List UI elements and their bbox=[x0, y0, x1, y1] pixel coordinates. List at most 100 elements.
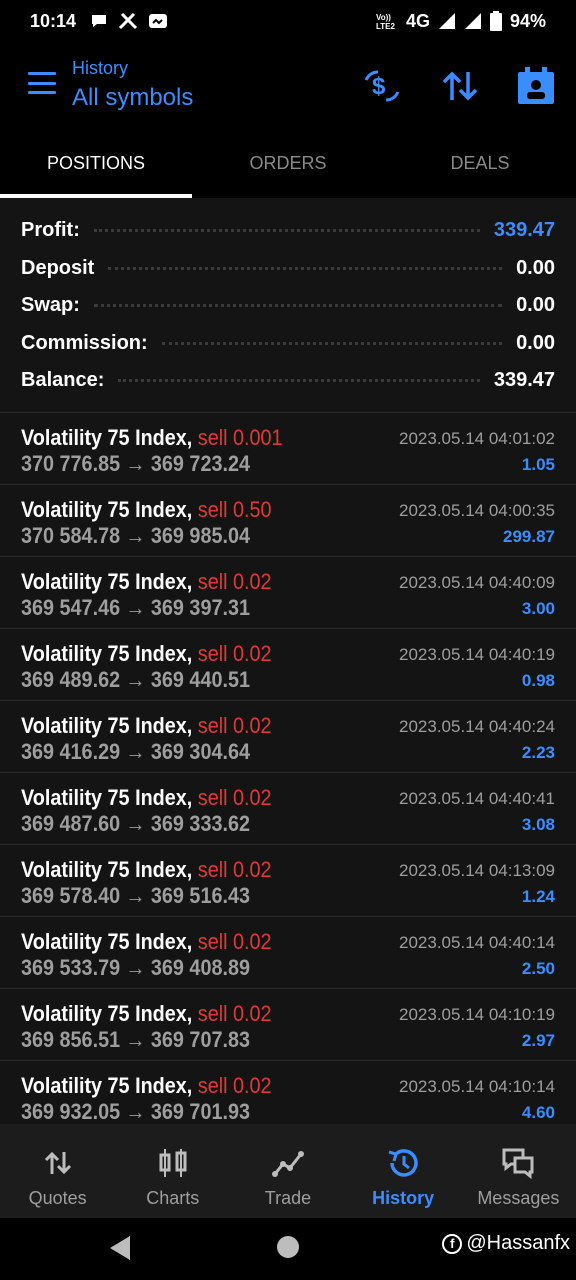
deal-side: sell 0.001 bbox=[197, 425, 283, 450]
deposit-value: 0.00 bbox=[516, 256, 555, 279]
sort-icon[interactable] bbox=[440, 66, 480, 106]
deal-time: 2023.05.14 04:01:02 bbox=[399, 429, 555, 448]
back-icon[interactable] bbox=[110, 1236, 130, 1260]
deal-side: sell 0.02 bbox=[197, 857, 272, 882]
deal-profit: 3.00 bbox=[521, 599, 555, 618]
deal-profit: 2.23 bbox=[521, 743, 555, 762]
battery-icon bbox=[489, 11, 502, 31]
app-bar: History All symbols $ bbox=[0, 42, 576, 132]
summary-deposit-row: Deposit 0.00 bbox=[0, 250, 576, 288]
tools-icon bbox=[118, 12, 138, 30]
list-item[interactable]: Volatility 75 Index, sell 0.02 369 856.5… bbox=[0, 988, 576, 1060]
watermark-text: @Hassanfx bbox=[466, 1232, 570, 1254]
deal-time: 2023.05.14 04:40:09 bbox=[399, 573, 555, 592]
currency-exchange-icon[interactable]: $ bbox=[362, 66, 402, 106]
battery-level: 94% bbox=[509, 10, 546, 31]
list-item[interactable]: Volatility 75 Index, sell 0.02 369 487.6… bbox=[0, 772, 576, 844]
network-type: 4G bbox=[405, 10, 430, 31]
deal-prices: 369 547.46 → 369 397.31 bbox=[21, 595, 251, 620]
list-item[interactable]: Volatility 75 Index, sell 0.50 370 584.7… bbox=[0, 484, 576, 556]
nav-history-label: History bbox=[372, 1188, 435, 1208]
deal-time: 2023.05.14 04:10:14 bbox=[399, 1077, 555, 1096]
nav-trade[interactable]: Trade bbox=[230, 1124, 345, 1218]
nav-quotes[interactable]: Quotes bbox=[0, 1124, 115, 1218]
account-summary: Profit: 339.47 Deposit 0.00 Swap: 0.00 C… bbox=[0, 198, 576, 412]
deal-profit: 4.60 bbox=[521, 1103, 555, 1122]
system-navigation-bar: f @Hassanfx bbox=[0, 1218, 576, 1280]
list-item[interactable]: Volatility 75 Index, sell 0.02 369 533.7… bbox=[0, 916, 576, 988]
dotted-leader bbox=[108, 266, 503, 270]
deal-prices: 369 489.62 → 369 440.51 bbox=[21, 667, 251, 692]
status-time: 10:14 bbox=[30, 10, 77, 31]
balance-label: Balance: bbox=[21, 369, 105, 392]
profit-value: 339.47 bbox=[493, 219, 555, 242]
svg-text:$: $ bbox=[372, 73, 386, 100]
svg-text:LTE2: LTE2 bbox=[376, 22, 396, 30]
commission-label: Commission: bbox=[21, 331, 148, 354]
deal-time: 2023.05.14 04:00:35 bbox=[399, 501, 555, 520]
deal-side: sell 0.02 bbox=[197, 929, 272, 954]
summary-swap-row: Swap: 0.00 bbox=[0, 287, 576, 325]
dotted-leader bbox=[93, 304, 503, 308]
nav-charts[interactable]: Charts bbox=[115, 1124, 230, 1218]
balance-value: 339.47 bbox=[493, 369, 555, 392]
list-item[interactable]: Volatility 75 Index, sell 0.02 369 489.6… bbox=[0, 628, 576, 700]
volte-icon: Vo))LTE2 bbox=[376, 13, 396, 30]
deal-time: 2023.05.14 04:13:09 bbox=[399, 861, 555, 880]
deal-profit: 2.50 bbox=[521, 959, 555, 978]
deal-profit: 0.98 bbox=[521, 671, 555, 690]
deal-side: sell 0.02 bbox=[197, 569, 272, 594]
header-subtitle[interactable]: History bbox=[72, 58, 128, 79]
tab-deals[interactable]: DEALS bbox=[384, 132, 576, 198]
deal-symbol: Volatility 75 Index, bbox=[21, 425, 193, 450]
positions-list[interactable]: Volatility 75 Index, sell 0.001 370 776.… bbox=[0, 412, 576, 1124]
trade-icon bbox=[271, 1151, 304, 1177]
list-item[interactable]: Volatility 75 Index, sell 0.001 370 776.… bbox=[0, 412, 576, 484]
deal-prices: 370 776.85 → 369 723.24 bbox=[21, 451, 251, 476]
deposit-label: Deposit bbox=[21, 256, 95, 279]
dotted-leader bbox=[118, 379, 480, 383]
nav-trade-label: Trade bbox=[264, 1188, 312, 1208]
deal-symbol: Volatility 75 Index, bbox=[21, 641, 193, 666]
menu-icon[interactable] bbox=[28, 72, 56, 94]
messages-icon bbox=[502, 1148, 534, 1180]
list-item[interactable]: Volatility 75 Index, sell 0.02 369 578.4… bbox=[0, 844, 576, 916]
profit-label: Profit: bbox=[21, 219, 80, 242]
history-tabs: POSITIONS ORDERS DEALS bbox=[0, 132, 576, 198]
deal-profit: 299.87 bbox=[503, 527, 555, 546]
deal-prices: 370 584.78 → 369 985.04 bbox=[21, 523, 251, 548]
deal-symbol: Volatility 75 Index, bbox=[21, 929, 193, 954]
deal-prices: 369 533.79 → 369 408.89 bbox=[21, 955, 251, 980]
deal-side: sell 0.02 bbox=[197, 713, 272, 738]
watermark: f @Hassanfx bbox=[442, 1232, 570, 1255]
list-item[interactable]: Volatility 75 Index, sell 0.02 369 547.4… bbox=[0, 556, 576, 628]
quotes-icon bbox=[44, 1151, 71, 1175]
deal-prices: 369 932.05 → 369 701.93 bbox=[21, 1099, 251, 1124]
deal-side: sell 0.02 bbox=[197, 1073, 272, 1098]
list-item[interactable]: Volatility 75 Index, sell 0.02 369 932.0… bbox=[0, 1060, 576, 1124]
deal-profit: 3.08 bbox=[521, 815, 555, 834]
deal-time: 2023.05.14 04:40:24 bbox=[399, 717, 555, 736]
symbol-filter-title[interactable]: All symbols bbox=[72, 84, 193, 112]
nav-messages[interactable]: Messages bbox=[461, 1124, 576, 1218]
swap-value: 0.00 bbox=[516, 294, 555, 317]
deal-symbol: Volatility 75 Index, bbox=[21, 569, 193, 594]
chat-bubble-icon bbox=[92, 15, 107, 27]
list-item[interactable]: Volatility 75 Index, sell 0.02 369 416.2… bbox=[0, 700, 576, 772]
svg-text:Vo)): Vo)) bbox=[376, 13, 391, 22]
tab-orders[interactable]: ORDERS bbox=[192, 132, 384, 198]
tab-positions[interactable]: POSITIONS bbox=[0, 132, 192, 198]
nav-messages-label: Messages bbox=[477, 1188, 560, 1208]
home-icon[interactable] bbox=[277, 1236, 299, 1258]
nav-history[interactable]: History bbox=[346, 1124, 461, 1218]
summary-commission-row: Commission: 0.00 bbox=[0, 325, 576, 363]
deal-side: sell 0.02 bbox=[197, 641, 272, 666]
calendar-icon[interactable] bbox=[516, 66, 556, 106]
deal-side: sell 0.02 bbox=[197, 1001, 272, 1026]
deal-profit: 2.97 bbox=[521, 1031, 555, 1050]
charts-icon bbox=[159, 1149, 187, 1177]
deal-symbol: Volatility 75 Index, bbox=[21, 497, 193, 522]
gallery-icon bbox=[149, 14, 168, 28]
commission-value: 0.00 bbox=[516, 331, 555, 354]
deal-prices: 369 578.40 → 369 516.43 bbox=[21, 883, 251, 908]
